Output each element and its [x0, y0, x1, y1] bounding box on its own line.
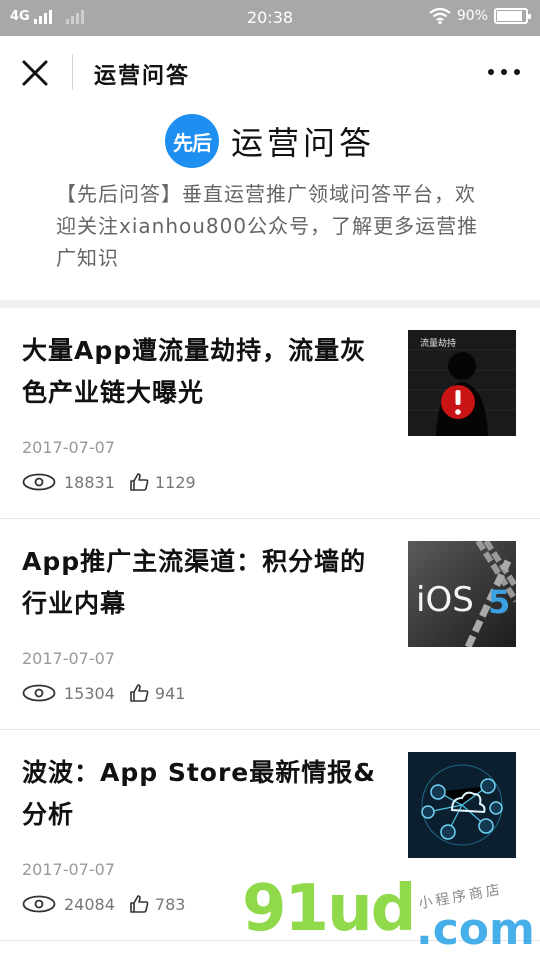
- article-date: 2017-07-07: [22, 860, 115, 879]
- article-date: 2017-07-07: [22, 649, 115, 668]
- account-name: 运营问答: [230, 124, 375, 162]
- wifi-icon: [429, 8, 451, 24]
- article-thumbnail: [408, 752, 516, 858]
- battery-percent: 90%: [456, 8, 488, 24]
- article-item[interactable]: 大量App遭流量劫持，流量灰色产业链大曝光 2017-07-07 18831 1…: [0, 308, 540, 519]
- view-count: 24084: [64, 894, 115, 914]
- thumbnail-caption: 流量劫持: [420, 337, 456, 349]
- more-dot-icon: [501, 69, 507, 75]
- close-icon: [22, 60, 48, 86]
- view-count: 18831: [64, 472, 115, 492]
- article-item[interactable]: 波波：App Store最新情报&分析 2017-07-07 24084 783: [0, 730, 540, 941]
- close-button[interactable]: [20, 58, 50, 88]
- article-stats: 24084 783: [22, 894, 185, 914]
- article-stats: 15304 941: [22, 683, 185, 703]
- thumbs-up-icon: [130, 473, 149, 491]
- like-count: 941: [154, 683, 186, 703]
- thumbs-up-icon: [130, 684, 149, 702]
- status-right: 90%: [429, 8, 531, 24]
- eye-icon: [22, 895, 56, 913]
- article-thumbnail: iOS 5: [408, 541, 516, 647]
- status-bar: 4G 20:38 90%: [0, 0, 540, 36]
- article-title: App推广主流渠道：积分墙的行业内幕: [22, 547, 367, 618]
- view-count: 15304: [64, 683, 115, 703]
- page-title: 运营问答: [94, 64, 191, 89]
- account-profile: 先后 运营问答 【先后问答】垂直运营推广领域问答平台，欢迎关注xianhou80…: [0, 108, 540, 300]
- article-title: 大量App遭流量劫持，流量灰色产业链大曝光: [22, 336, 367, 407]
- section-divider: [0, 300, 540, 308]
- account-logo: 先后: [164, 114, 219, 168]
- thumbs-up-icon: [130, 895, 149, 913]
- thumbnail-caption: iOS: [416, 580, 474, 620]
- article-title: 波波：App Store最新情报&分析: [22, 758, 377, 829]
- article-list: 大量App遭流量劫持，流量灰色产业链大曝光 2017-07-07 18831 1…: [0, 308, 540, 941]
- account-brand[interactable]: 先后 运营问答: [0, 114, 540, 168]
- article-thumbnail: 流量劫持: [408, 330, 516, 436]
- more-button[interactable]: [488, 62, 520, 82]
- eye-icon: [22, 473, 56, 491]
- more-dot-icon: [488, 69, 494, 75]
- more-dot-icon: [514, 69, 520, 75]
- like-count: 783: [154, 894, 186, 914]
- article-stats: 18831 1129: [22, 472, 196, 492]
- article-date: 2017-07-07: [22, 438, 115, 457]
- nav-divider: [72, 54, 73, 90]
- battery-icon: [494, 8, 531, 24]
- thumbnail-number: 5: [488, 583, 510, 621]
- nav-bar: 运营问答: [0, 36, 540, 108]
- article-item[interactable]: App推广主流渠道：积分墙的行业内幕 2017-07-07 15304 941: [0, 519, 540, 730]
- account-description: 【先后问答】垂直运营推广领域问答平台，欢迎关注xianhou800公众号，了解更…: [56, 182, 479, 270]
- like-count: 1129: [154, 472, 196, 492]
- eye-icon: [22, 684, 56, 702]
